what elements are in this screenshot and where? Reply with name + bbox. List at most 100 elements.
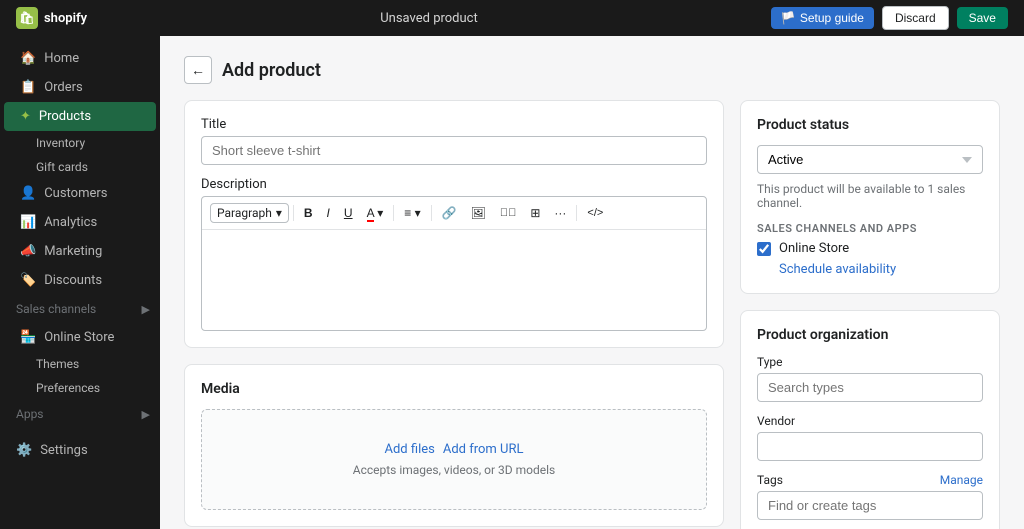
- online-store-name: Online Store: [779, 241, 849, 256]
- sales-channels-section[interactable]: Sales channels ▶: [0, 295, 160, 323]
- topbar-title: Unsaved product: [380, 11, 478, 26]
- product-status-title: Product status: [757, 117, 983, 133]
- text-color-icon: A: [367, 206, 374, 222]
- manage-tags-link[interactable]: Manage: [940, 473, 983, 487]
- sidebar-item-online-store[interactable]: 🏪 Online Store: [4, 323, 156, 352]
- sidebar-item-products[interactable]: ✦ Products: [4, 102, 156, 131]
- vendor-field: Vendor: [757, 414, 983, 461]
- paragraph-select[interactable]: Paragraph ▾: [210, 203, 289, 223]
- products-icon: ✦: [20, 109, 31, 124]
- sidebar-item-gift-cards[interactable]: Gift cards: [0, 155, 160, 179]
- description-editor-area[interactable]: [202, 230, 706, 330]
- media-title: Media: [201, 381, 707, 397]
- sidebar-item-label: Home: [44, 51, 79, 66]
- status-select-wrap: Active Draft: [757, 145, 983, 174]
- schedule-availability-link[interactable]: Schedule availability: [779, 262, 983, 277]
- sidebar-item-label: Discounts: [44, 273, 102, 288]
- sidebar-item-label: Analytics: [44, 215, 97, 230]
- media-dropzone[interactable]: Add files Add from URL Accepts images, v…: [201, 409, 707, 510]
- online-store-checkbox[interactable]: [757, 242, 771, 256]
- sidebar-item-label: Online Store: [44, 330, 114, 345]
- italic-button[interactable]: I: [321, 203, 336, 223]
- content-grid: Title Description Paragraph ▾ B I: [184, 100, 1000, 529]
- orders-icon: 📋: [20, 80, 36, 95]
- left-column: Title Description Paragraph ▾ B I: [184, 100, 724, 529]
- title-input[interactable]: [201, 136, 707, 165]
- save-button[interactable]: Save: [957, 7, 1008, 29]
- editor-toolbar: Paragraph ▾ B I U A ▾: [202, 197, 706, 230]
- sidebar-item-label: Customers: [44, 186, 107, 201]
- tags-field: Tags Manage: [757, 473, 983, 520]
- setup-guide-button[interactable]: 🏳️ Setup guide: [771, 7, 874, 29]
- toolbar-divider-4: [576, 205, 577, 221]
- toolbar-divider-2: [393, 205, 394, 221]
- add-url-link[interactable]: Add from URL: [443, 442, 524, 457]
- sidebar-item-analytics[interactable]: 📊 Analytics: [4, 208, 156, 237]
- sidebar-item-customers[interactable]: 👤 Customers: [4, 179, 156, 208]
- media-card: Media Add files Add from URL Accepts ima…: [184, 364, 724, 527]
- underline-button[interactable]: U: [338, 203, 359, 223]
- link-button[interactable]: 🔗: [436, 203, 463, 223]
- sidebar-item-preferences[interactable]: Preferences: [0, 376, 160, 400]
- chevron-down-icon: ▾: [276, 206, 282, 220]
- media-links: Add files Add from URL: [385, 442, 524, 457]
- toolbar-divider-3: [431, 205, 432, 221]
- code-button[interactable]: </>: [581, 204, 609, 222]
- media-hint: Accepts images, videos, or 3D models: [353, 463, 556, 477]
- paragraph-label: Paragraph: [217, 206, 272, 220]
- sales-channels-section-label: SALES CHANNELS AND APPS: [757, 222, 983, 235]
- sidebar-item-marketing[interactable]: 📣 Marketing: [4, 237, 156, 266]
- description-editor: Paragraph ▾ B I U A ▾: [201, 196, 707, 331]
- right-column: Product status Active Draft This product…: [740, 100, 1000, 529]
- chevron-right-icon: ▶: [142, 303, 150, 316]
- more-button[interactable]: ···: [548, 203, 572, 223]
- sidebar-item-orders[interactable]: 📋 Orders: [4, 73, 156, 102]
- vendor-input[interactable]: [757, 432, 983, 461]
- table-button[interactable]: ⊞: [524, 203, 546, 223]
- title-label: Title: [201, 117, 707, 132]
- shopify-logo: 🛍 shopify: [16, 7, 87, 29]
- tags-input[interactable]: [757, 491, 983, 520]
- sales-channels-label: Sales channels: [16, 302, 96, 316]
- sidebar-item-home[interactable]: 🏠 Home: [4, 44, 156, 73]
- sidebar-item-discounts[interactable]: 🏷️ Discounts: [4, 266, 156, 295]
- back-button[interactable]: ←: [184, 56, 212, 84]
- toolbar-divider: [293, 205, 294, 221]
- main-content: ← Add product Title Description Paragrap…: [160, 36, 1024, 529]
- sidebar-item-label: Orders: [44, 80, 83, 95]
- apps-section[interactable]: Apps ▶: [0, 400, 160, 428]
- add-files-link[interactable]: Add files: [385, 442, 435, 457]
- inventory-label: Inventory: [36, 136, 85, 150]
- type-field: Type: [757, 355, 983, 402]
- align-icon: ≡: [404, 206, 411, 220]
- sidebar-item-themes[interactable]: Themes: [0, 352, 160, 376]
- tags-label: Tags: [757, 473, 783, 487]
- type-label: Type: [757, 355, 983, 369]
- image-button[interactable]: 🖼: [465, 203, 492, 223]
- topbar-left: 🛍 shopify: [16, 7, 87, 29]
- sidebar-item-inventory[interactable]: Inventory: [0, 131, 160, 155]
- chevron-right-icon: ▶: [142, 408, 150, 421]
- online-store-icon: 🏪: [20, 330, 36, 345]
- shopify-bag-icon: 🛍: [16, 7, 38, 29]
- status-select[interactable]: Active Draft: [757, 145, 983, 174]
- topbar-actions: 🏳️ Setup guide Discard Save: [771, 6, 1008, 30]
- discard-button[interactable]: Discard: [882, 6, 949, 30]
- video-button[interactable]: ▶⃝: [494, 204, 523, 222]
- bold-button[interactable]: B: [298, 203, 319, 223]
- description-label: Description: [201, 177, 707, 192]
- gift-cards-label: Gift cards: [36, 160, 88, 174]
- settings-label: Settings: [40, 443, 87, 458]
- analytics-icon: 📊: [20, 215, 36, 230]
- setup-guide-label: Setup guide: [800, 11, 864, 25]
- vendor-label: Vendor: [757, 414, 983, 428]
- type-input[interactable]: [757, 373, 983, 402]
- discounts-icon: 🏷️: [20, 273, 36, 288]
- home-icon: 🏠: [20, 51, 36, 66]
- sidebar-item-settings[interactable]: ⚙️ Settings: [0, 436, 160, 465]
- align-button[interactable]: ≡ ▾: [398, 203, 426, 223]
- sidebar-item-label: Products: [39, 109, 91, 124]
- channel-row: Online Store: [757, 241, 983, 256]
- text-color-button[interactable]: A ▾: [361, 203, 390, 223]
- topbar: 🛍 shopify Unsaved product 🏳️ Setup guide…: [0, 0, 1024, 36]
